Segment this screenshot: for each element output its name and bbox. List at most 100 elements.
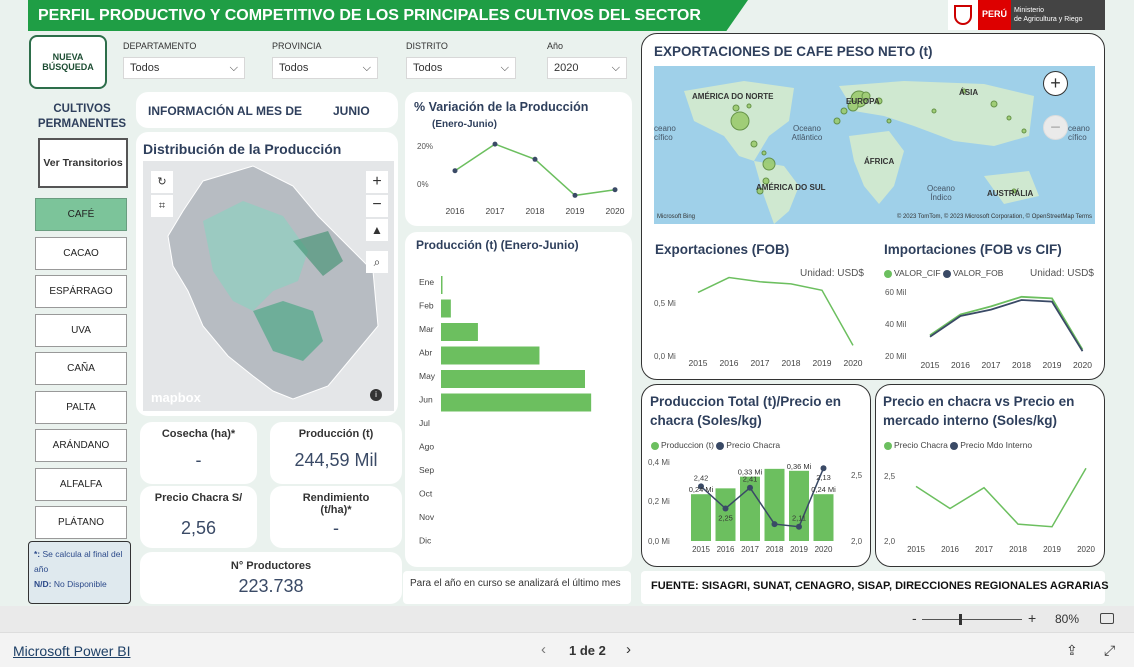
chevron-down-icon: ⌵ — [229, 61, 238, 74]
y-tick-label: 2,0 — [851, 537, 863, 546]
bar-value-label: 0,24 Mi — [811, 485, 836, 494]
x-tick-label: 2019 — [1043, 360, 1062, 370]
crop-button[interactable]: PLÁTANO — [35, 506, 127, 539]
region-label-australia: AUSTRÁLIA — [987, 189, 1034, 198]
powerbi-link[interactable]: Microsoft Power BI — [13, 643, 130, 659]
production-bar — [441, 299, 451, 318]
x-tick-label: 2015 — [921, 360, 940, 370]
imports-legend-cif: VALOR_CIF — [894, 268, 941, 278]
source-text: FUENTE: SISAGRI, SUNAT, CENAGRO, SISAP, … — [651, 580, 1109, 592]
search-icon[interactable]: ⌕ — [366, 251, 388, 273]
legend-dot-cif — [884, 269, 892, 278]
x-tick-label: 2016 — [720, 358, 739, 368]
variation-point — [492, 141, 498, 147]
select-icon[interactable]: ⌗ — [151, 195, 173, 217]
zoom-out-button[interactable]: - — [912, 610, 917, 626]
x-tick-label: 2020 — [844, 358, 863, 368]
prod-price-legend-prod: Produccion (t) — [661, 440, 714, 450]
zoom-in-icon[interactable]: + — [1043, 71, 1068, 96]
kpi-produccion-value: 244,59 Mil — [294, 450, 378, 470]
variation-line — [454, 143, 616, 197]
x-tick-label: 2018 — [782, 358, 801, 368]
production-bar — [691, 494, 711, 541]
mapbox-logo: mapbox — [151, 390, 201, 405]
world-map-title: EXPORTACIONES DE CAFE PESO NETO (t) — [654, 44, 933, 59]
kpi-cosecha-label: Cosecha (ha)* — [161, 428, 236, 440]
departamento-filter[interactable]: DEPARTAMENTO Todos ⌵ — [123, 41, 245, 79]
prev-page-icon[interactable]: ‹ — [541, 641, 546, 658]
crop-button[interactable]: ESPÁRRAGO — [35, 275, 127, 308]
anio-filter[interactable]: Año 2020 ⌵ — [547, 41, 627, 79]
kpi-precio-value: 2,56 — [180, 518, 217, 538]
chevron-down-icon: ⌵ — [611, 61, 620, 74]
variation-point — [612, 187, 618, 193]
legend-dot-fob — [942, 269, 951, 278]
y-tick-label: 2,5 — [851, 471, 863, 480]
toggle-transitorios-button[interactable]: Ver Transitorios — [38, 138, 128, 188]
price-value-label: 2,42 — [694, 473, 709, 482]
y-tick-label: 0% — [417, 180, 429, 189]
x-tick-label: 2018 — [766, 545, 784, 554]
x-tick-label: 2015 — [907, 545, 925, 554]
crop-button[interactable]: CACAO — [35, 236, 127, 270]
zoom-slider[interactable] — [922, 619, 1022, 620]
price-value-label: 2,41 — [743, 475, 758, 484]
zoom-in-icon[interactable]: + — [366, 171, 388, 193]
zoom-out-icon[interactable]: − — [1043, 115, 1068, 140]
country-label: PERÚ — [978, 0, 1012, 30]
crop-button[interactable]: ARÁNDANO — [35, 429, 127, 462]
info-icon[interactable]: i — [370, 389, 382, 401]
imports-line — [929, 299, 1084, 352]
provincia-filter[interactable]: PROVINCIA Todos ⌵ — [272, 41, 378, 79]
production-bars-chart: Ene Feb Mar Abr May Jun Jul Ago Sep Oct Nov Dic — [419, 276, 592, 546]
month-label: Feb — [419, 301, 434, 311]
note-nd: N/D: — [34, 579, 52, 589]
price-market-chart: 2,5 2,0 2015 2016 2017 2018 2019 2020 — [884, 467, 1095, 554]
price-point — [796, 523, 802, 530]
new-search-button[interactable]: NUEVA BÚSQUEDA — [29, 35, 107, 89]
x-tick-label: 2016 — [951, 360, 970, 370]
distrito-filter[interactable]: DISTRITO Todos ⌵ — [406, 41, 516, 79]
production-bar — [813, 494, 834, 541]
ministry-logo: PERÚ Ministerio de Agricultura y Riego — [948, 0, 1105, 30]
ministry-line1: Ministerio — [1014, 7, 1044, 14]
month-label: Sep — [419, 465, 434, 475]
price-point — [722, 505, 729, 512]
region-label-europe: EUROPA — [846, 97, 880, 106]
y-tick-label: 0,0 Mi — [654, 352, 676, 361]
zoom-slider-thumb[interactable] — [959, 614, 962, 625]
lasso-icon[interactable]: ↻ — [151, 171, 173, 193]
crop-button[interactable]: CAFÉ — [35, 198, 127, 231]
production-bar — [441, 370, 585, 388]
production-bar — [764, 468, 785, 541]
fit-page-icon[interactable] — [1100, 613, 1114, 624]
zoom-in-button[interactable]: + — [1028, 610, 1036, 626]
region-label-atlantic: Oceano Atlântico — [791, 124, 823, 142]
crop-button[interactable]: PALTA — [35, 390, 127, 424]
crop-button[interactable]: ALFALFA — [35, 467, 127, 501]
departamento-value: Todos — [130, 62, 160, 74]
next-page-icon[interactable]: › — [626, 641, 631, 658]
prod-price-title: Produccion Total (t)/Precio en chacra (S… — [650, 394, 842, 428]
kpi-rendimiento-value: - — [333, 518, 339, 538]
info-month: JUNIO — [333, 104, 370, 118]
compass-icon[interactable]: ▲ — [366, 219, 388, 241]
imports-legend-fob: VALOR_FOB — [952, 268, 1004, 278]
map-attribution: © 2023 TomTom, © 2023 Microsoft Corporat… — [896, 214, 1092, 220]
crop-button[interactable]: CAÑA — [35, 352, 127, 385]
info-label: INFORMACIÓN AL MES DE — [148, 104, 303, 118]
chevron-down-icon: ⌵ — [362, 61, 371, 74]
kpi-cosecha-value: - — [195, 450, 202, 470]
peru-map[interactable]: + − ▲ ⌕ ↻ ⌗ mapbox i — [143, 161, 394, 411]
share-icon[interactable]: ⇪ — [1066, 642, 1078, 659]
world-map[interactable]: AMÉRICA DO NORTE EUROPA ÁSIA Oceano Atlâ… — [654, 66, 1095, 224]
month-label: Mar — [419, 324, 434, 334]
imports-unit: Unidad: USD$ — [1030, 268, 1094, 279]
bar-value-label: 0,36 Mi — [787, 462, 812, 471]
fullscreen-icon[interactable]: ⤢ — [1104, 642, 1115, 659]
zoom-out-icon[interactable]: − — [366, 195, 388, 217]
provincia-value: Todos — [279, 62, 309, 74]
region-label-asia: ÁSIA — [959, 88, 979, 97]
crop-button[interactable]: UVA — [35, 313, 127, 347]
y-tick-label: 0,2 Mi — [648, 497, 670, 506]
